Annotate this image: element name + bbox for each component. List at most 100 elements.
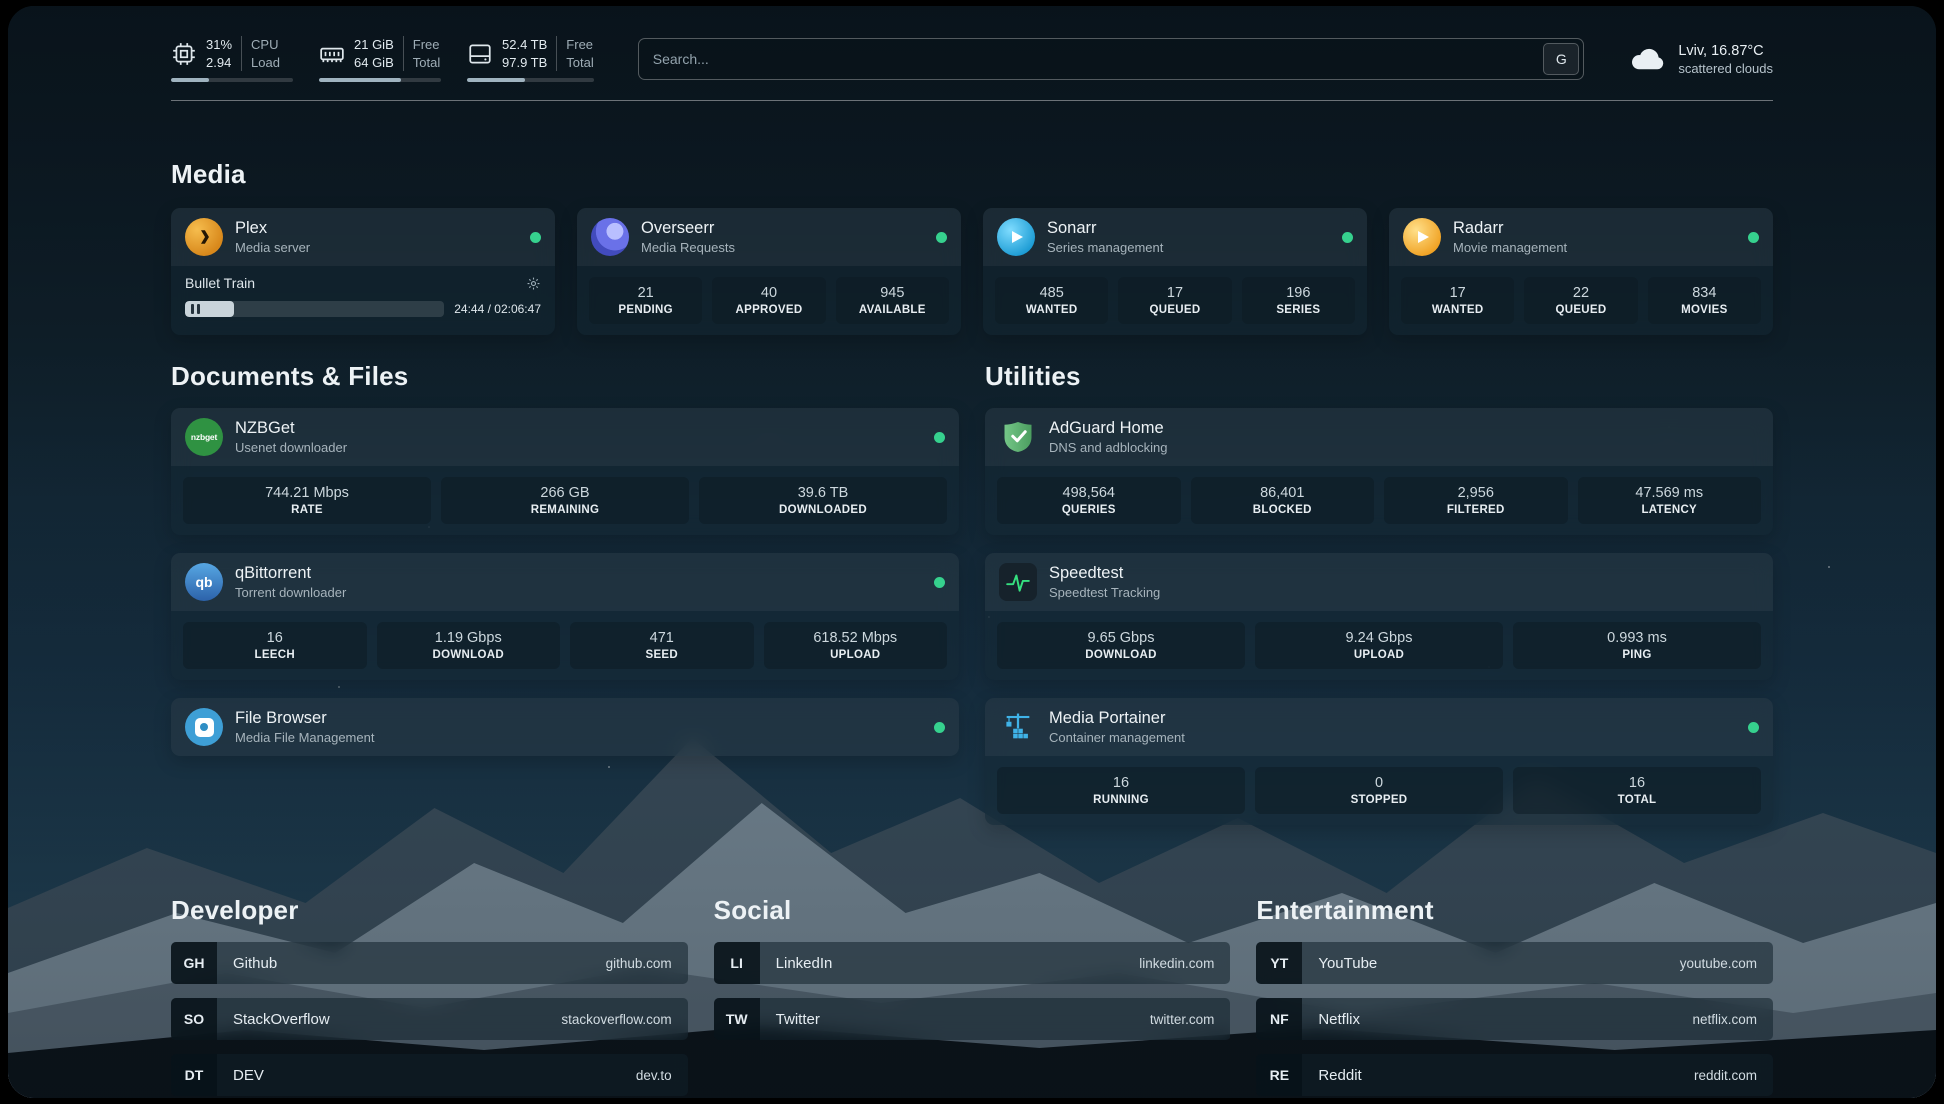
- app-title: File Browser: [235, 709, 374, 728]
- section-entertainment: Entertainment YT YouTube youtube.com NF …: [1256, 895, 1773, 1098]
- stat-box: 47.569 msLATENCY: [1578, 477, 1762, 524]
- app-card-portainer[interactable]: Media Portainer Container management 16R…: [985, 698, 1773, 825]
- memory-label-1: Free: [413, 36, 440, 54]
- stat-box: 39.6 TBDOWNLOADED: [699, 477, 947, 524]
- bookmark-linkedin[interactable]: LI LinkedIn linkedin.com: [714, 942, 1231, 984]
- status-dot: [530, 232, 541, 243]
- cpu-percent: 31%: [206, 36, 232, 54]
- section-title-developer: Developer: [171, 895, 688, 926]
- bookmark-name: Netflix: [1318, 1011, 1360, 1028]
- bookmark-abbr: RE: [1256, 1054, 1302, 1096]
- app-title: Plex: [235, 219, 310, 238]
- status-dot: [934, 432, 945, 443]
- stat-box: 9.24 GbpsUPLOAD: [1255, 622, 1503, 669]
- section-media: Media Plex Media server: [171, 159, 1773, 335]
- app-card-qbittorrent[interactable]: qb qBittorrent Torrent downloader 16LEEC…: [171, 553, 959, 680]
- bookmark-youtube[interactable]: YT YouTube youtube.com: [1256, 942, 1773, 984]
- section-title-entertainment: Entertainment: [1256, 895, 1773, 926]
- stat-box: 22QUEUED: [1524, 277, 1637, 324]
- status-dot: [934, 722, 945, 733]
- memory-monitor: 21 GiB 64 GiB Free Total: [319, 36, 441, 82]
- bookmark-url: twitter.com: [1150, 1012, 1215, 1027]
- stat-box: 744.21 MbpsRATE: [183, 477, 431, 524]
- disk-free: 52.4 TB: [502, 36, 547, 54]
- status-dot: [936, 232, 947, 243]
- pause-icon[interactable]: [191, 304, 200, 314]
- stat-box: 16TOTAL: [1513, 767, 1761, 814]
- stat-box: 0.993 msPING: [1513, 622, 1761, 669]
- gear-icon[interactable]: [526, 276, 541, 291]
- disk-usage-fill: [467, 78, 525, 82]
- playback-time: 24:44 / 02:06:47: [454, 302, 541, 316]
- bookmark-name: Twitter: [776, 1011, 820, 1028]
- stat-box: 834MOVIES: [1648, 277, 1761, 324]
- memory-icon: [319, 41, 345, 67]
- cpu-label-2: Load: [251, 54, 280, 72]
- filebrowser-icon: [185, 708, 223, 746]
- stat-box: 86,401BLOCKED: [1191, 477, 1375, 524]
- app-card-adguard[interactable]: AdGuard Home DNS and adblocking 498,564Q…: [985, 408, 1773, 535]
- now-playing-title: Bullet Train: [185, 275, 255, 291]
- bookmark-stackoverflow[interactable]: SO StackOverflow stackoverflow.com: [171, 998, 688, 1040]
- stat-box: 40APPROVED: [712, 277, 825, 324]
- bookmark-abbr: LI: [714, 942, 760, 984]
- app-card-overseerr[interactable]: Overseerr Media Requests 21PENDING 40APP…: [577, 208, 961, 335]
- app-card-filebrowser[interactable]: File Browser Media File Management: [171, 698, 959, 756]
- bookmark-name: Github: [233, 955, 277, 972]
- adguard-icon: [999, 418, 1037, 456]
- app-card-speedtest[interactable]: Speedtest Speedtest Tracking 9.65 GbpsDO…: [985, 553, 1773, 680]
- section-title-social: Social: [714, 895, 1231, 926]
- divider: [241, 36, 242, 71]
- stat-box: 21PENDING: [589, 277, 702, 324]
- memory-label-2: Total: [413, 54, 440, 72]
- sonarr-icon: [997, 218, 1035, 256]
- bookmark-dev[interactable]: DT DEV dev.to: [171, 1054, 688, 1096]
- app-card-radarr[interactable]: Radarr Movie management 17WANTED 22QUEUE…: [1389, 208, 1773, 335]
- status-dot: [1748, 232, 1759, 243]
- stat-box: 0STOPPED: [1255, 767, 1503, 814]
- disk-total: 97.9 TB: [502, 54, 547, 72]
- disk-icon: [467, 41, 493, 67]
- memory-total: 64 GiB: [354, 54, 394, 72]
- app-card-nzbget[interactable]: nzbget NZBGet Usenet downloader 744.21 M…: [171, 408, 959, 535]
- app-subtitle: Torrent downloader: [235, 585, 346, 600]
- stat-box: 16RUNNING: [997, 767, 1245, 814]
- bookmark-github[interactable]: GH Github github.com: [171, 942, 688, 984]
- cpu-loadavg: 2.94: [206, 54, 232, 72]
- disk-label-2: Total: [566, 54, 593, 72]
- search-input[interactable]: [639, 39, 1540, 79]
- bookmark-twitter[interactable]: TW Twitter twitter.com: [714, 998, 1231, 1040]
- section-title-utilities: Utilities: [985, 361, 1773, 392]
- stat-box: 16LEECH: [183, 622, 367, 669]
- dashboard-screen: 31% 2.94 CPU Load: [8, 6, 1936, 1098]
- app-subtitle: Media File Management: [235, 730, 374, 745]
- bookmark-reddit[interactable]: RE Reddit reddit.com: [1256, 1054, 1773, 1096]
- app-subtitle: DNS and adblocking: [1049, 440, 1168, 455]
- section-social: Social LI LinkedIn linkedin.com TW Twitt…: [714, 895, 1231, 1098]
- app-title: AdGuard Home: [1049, 419, 1168, 438]
- app-card-sonarr[interactable]: Sonarr Series management 485WANTED 17QUE…: [983, 208, 1367, 335]
- app-title: Speedtest: [1049, 564, 1160, 583]
- app-title: qBittorrent: [235, 564, 346, 583]
- radarr-icon: [1403, 218, 1441, 256]
- stat-box: 498,564QUERIES: [997, 477, 1181, 524]
- section-developer: Developer GH Github github.com SO StackO…: [171, 895, 688, 1098]
- search-engine-button[interactable]: G: [1543, 43, 1579, 75]
- bookmark-abbr: NF: [1256, 998, 1302, 1040]
- app-subtitle: Media server: [235, 240, 310, 255]
- playback-progress-bar: [185, 301, 444, 317]
- stat-box: 485WANTED: [995, 277, 1108, 324]
- bookmark-name: LinkedIn: [776, 955, 833, 972]
- search-bar: G: [638, 38, 1585, 80]
- weather-condition: scattered clouds: [1678, 61, 1773, 76]
- app-subtitle: Container management: [1049, 730, 1185, 745]
- status-dot: [934, 577, 945, 588]
- bookmark-netflix[interactable]: NF Netflix netflix.com: [1256, 998, 1773, 1040]
- bookmark-name: DEV: [233, 1067, 264, 1084]
- app-title: Sonarr: [1047, 219, 1163, 238]
- app-card-plex[interactable]: Plex Media server Bullet Train: [171, 208, 555, 335]
- bookmark-name: StackOverflow: [233, 1011, 330, 1028]
- section-title-documents: Documents & Files: [171, 361, 959, 392]
- bookmark-name: Reddit: [1318, 1067, 1361, 1084]
- cpu-icon: [171, 41, 197, 67]
